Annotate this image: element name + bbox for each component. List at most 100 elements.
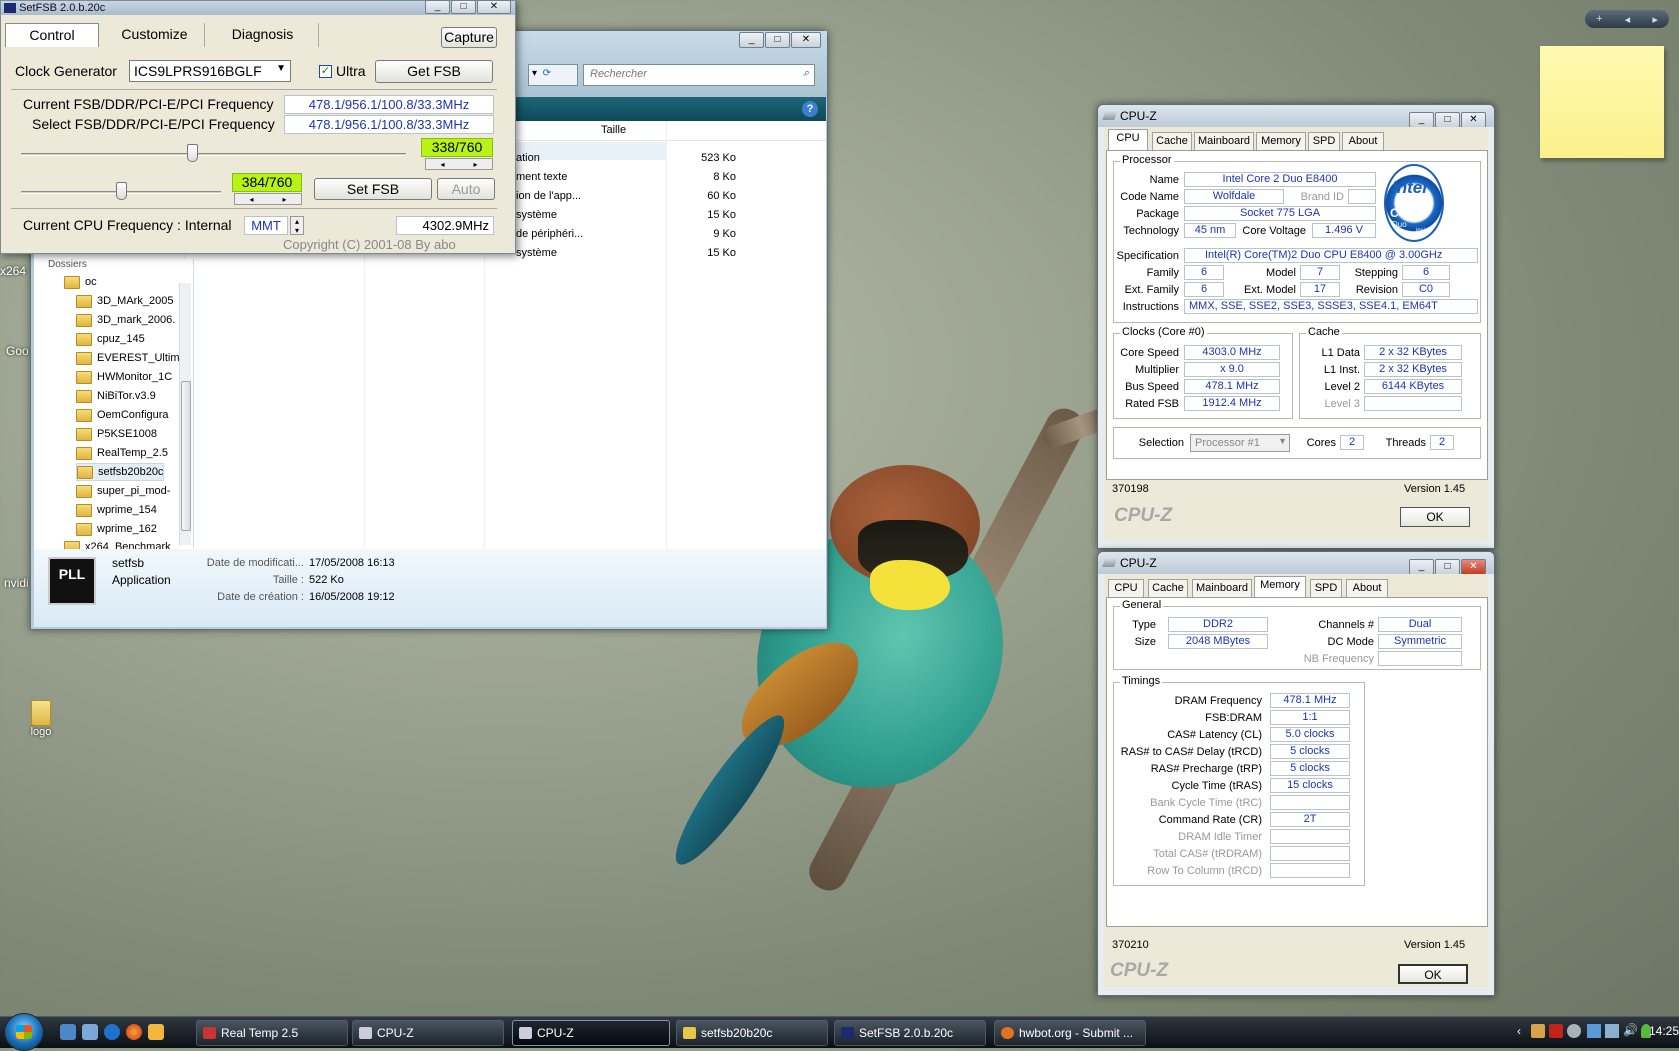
firefox-icon[interactable]	[126, 1024, 142, 1040]
slider2-spinner[interactable]: ◂ ▸	[234, 193, 302, 205]
tray-app-icon[interactable]	[1531, 1024, 1545, 1038]
tab-cache[interactable]: Cache	[1152, 132, 1192, 150]
tree-item[interactable]: EVEREST_Ultim	[76, 349, 180, 367]
tab-memory[interactable]: Memory	[1254, 576, 1306, 598]
plus-icon[interactable]: +	[1596, 13, 1602, 25]
tab-customize[interactable]: Customize	[105, 23, 205, 47]
close-button[interactable]: ✕	[1461, 559, 1486, 575]
tab-mainboard[interactable]: Mainboard	[1192, 579, 1252, 597]
maximize-button[interactable]: □	[765, 32, 790, 48]
tree-item[interactable]: wprime_154	[76, 501, 157, 519]
file-row[interactable]: système 15 Ko	[516, 209, 736, 228]
taskbar-item-setfsb[interactable]: SetFSB 2.0.b.20c	[834, 1020, 986, 1046]
search-input[interactable]: Rechercher ⌕	[583, 64, 815, 86]
volume-icon[interactable]: 🔊	[1623, 1023, 1638, 1037]
tree-item[interactable]: oc	[64, 273, 97, 291]
tree-item-selected[interactable]: setfsb20b20c	[76, 463, 165, 481]
taskbar-item-cpuz[interactable]: CPU-Z	[352, 1020, 504, 1046]
right-arrow-icon[interactable]: ▸	[282, 195, 286, 204]
tray-app-icon[interactable]	[1567, 1024, 1581, 1038]
sticky-note[interactable]	[1540, 46, 1664, 158]
file-row[interactable]: de périphéri... 9 Ko	[516, 228, 736, 247]
prev-icon[interactable]: ◂	[1625, 13, 1631, 26]
taskbar-item-cpuz-active[interactable]: CPU-Z	[512, 1020, 670, 1046]
tree-item[interactable]: NiBiTor.v3.9	[76, 387, 156, 405]
tab-spd[interactable]: SPD	[1308, 132, 1340, 150]
taskbar-item-firefox[interactable]: hwbot.org - Submit ...	[994, 1020, 1146, 1046]
mmt-select[interactable]: MMT	[244, 216, 288, 235]
tray-antivirus-icon[interactable]	[1549, 1024, 1563, 1038]
maximize-button[interactable]: □	[1435, 559, 1460, 575]
tree-item[interactable]: 3D_mark_2006.	[76, 311, 175, 329]
minimize-button[interactable]: _	[1409, 112, 1434, 128]
tab-control[interactable]: Control	[5, 23, 99, 47]
clock[interactable]: 14:25	[1649, 1024, 1679, 1038]
taskbar-item-explorer[interactable]: setfsb20b20c	[676, 1020, 828, 1046]
quicklaunch-app-icon[interactable]	[148, 1024, 164, 1040]
taskbar-item-realtemp[interactable]: Real Temp 2.5	[196, 1020, 348, 1046]
show-desktop-icon[interactable]	[60, 1024, 76, 1040]
tab-cpu[interactable]: CPU	[1108, 579, 1144, 597]
search-icon[interactable]: ⌕	[803, 67, 809, 80]
tray-app-icon[interactable]	[1605, 1024, 1619, 1038]
left-arrow-icon[interactable]: ◂	[440, 160, 444, 169]
tree-header[interactable]: Dossiers	[48, 259, 87, 270]
right-arrow-icon[interactable]: ▸	[473, 160, 477, 169]
desktop-icon-logo[interactable]: logo	[16, 700, 66, 738]
tab-diagnosis[interactable]: Diagnosis	[207, 23, 319, 47]
sidebar-gadget-controls[interactable]: + ◂ ▸	[1585, 10, 1669, 28]
maximize-button[interactable]: □	[1435, 112, 1460, 128]
scrollbar-thumb[interactable]	[181, 381, 191, 531]
set-fsb-button[interactable]: Set FSB	[314, 178, 432, 200]
left-arrow-icon[interactable]: ◂	[249, 195, 253, 204]
tab-memory[interactable]: Memory	[1256, 132, 1306, 150]
tab-cpu[interactable]: CPU	[1108, 129, 1148, 151]
tray-expand-icon[interactable]: ‹	[1517, 1024, 1521, 1038]
maximize-button[interactable]: □	[451, 0, 476, 14]
refresh-icon[interactable]: ⟳	[543, 68, 551, 79]
tab-about[interactable]: About	[1342, 132, 1384, 150]
close-button[interactable]: ✕	[1461, 112, 1486, 128]
auto-button[interactable]: Auto	[437, 178, 495, 200]
file-row[interactable]: ation 523 Ko	[516, 152, 736, 171]
network-icon[interactable]	[1587, 1024, 1601, 1038]
clock-generator-select[interactable]: ICS9LPRS916BGLF ▼	[129, 60, 291, 82]
ultra-checkbox[interactable]: ✓	[319, 65, 332, 78]
tree-item[interactable]: 3D_MArk_2005	[76, 292, 173, 310]
slider-thumb[interactable]	[116, 182, 127, 200]
start-button[interactable]	[4, 1013, 44, 1051]
file-row[interactable]: ion de l'app... 60 Ko	[516, 190, 736, 209]
address-dropdown[interactable]: ▾ ⟳	[528, 64, 578, 86]
fsb-slider[interactable]	[21, 139, 406, 169]
file-row[interactable]: ment texte 8 Ko	[516, 171, 736, 190]
tree-item[interactable]: P5KSE1008	[76, 425, 157, 443]
column-size-header[interactable]: Taille	[601, 124, 626, 136]
minimize-button[interactable]: _	[1409, 559, 1434, 575]
close-button[interactable]: ✕	[791, 32, 821, 48]
next-icon[interactable]: ▸	[1652, 13, 1658, 26]
ie-icon[interactable]	[104, 1024, 120, 1040]
ok-button[interactable]: OK	[1398, 964, 1468, 984]
close-button[interactable]: ✕	[477, 0, 511, 14]
pci-slider[interactable]	[21, 177, 221, 207]
minimize-button[interactable]: _	[739, 32, 764, 48]
slider-thumb[interactable]	[187, 144, 198, 162]
tree-item[interactable]: cpuz_145	[76, 330, 145, 348]
switch-windows-icon[interactable]	[82, 1024, 98, 1040]
help-icon[interactable]: ?	[802, 101, 818, 117]
minimize-button[interactable]: _	[425, 0, 450, 14]
tree-item[interactable]: OemConfigura	[76, 406, 169, 424]
tab-mainboard[interactable]: Mainboard	[1194, 132, 1254, 150]
file-row[interactable]: système 15 Ko	[516, 247, 736, 266]
tab-cache[interactable]: Cache	[1148, 579, 1188, 597]
up-arrow-icon[interactable]: ▴	[295, 217, 299, 226]
tree-item[interactable]: wprime_162	[76, 520, 157, 538]
tree-item[interactable]: super_pi_mod-	[76, 482, 170, 500]
down-arrow-icon[interactable]: ▾	[295, 226, 299, 235]
slider1-spinner[interactable]: ◂ ▸	[425, 158, 493, 170]
tree-scrollbar[interactable]	[179, 283, 191, 545]
tree-item[interactable]: RealTemp_2.5	[76, 444, 168, 462]
get-fsb-button[interactable]: Get FSB	[375, 60, 493, 83]
processor-select[interactable]: Processor #1 ▼	[1190, 434, 1290, 452]
tab-about[interactable]: About	[1346, 579, 1388, 597]
